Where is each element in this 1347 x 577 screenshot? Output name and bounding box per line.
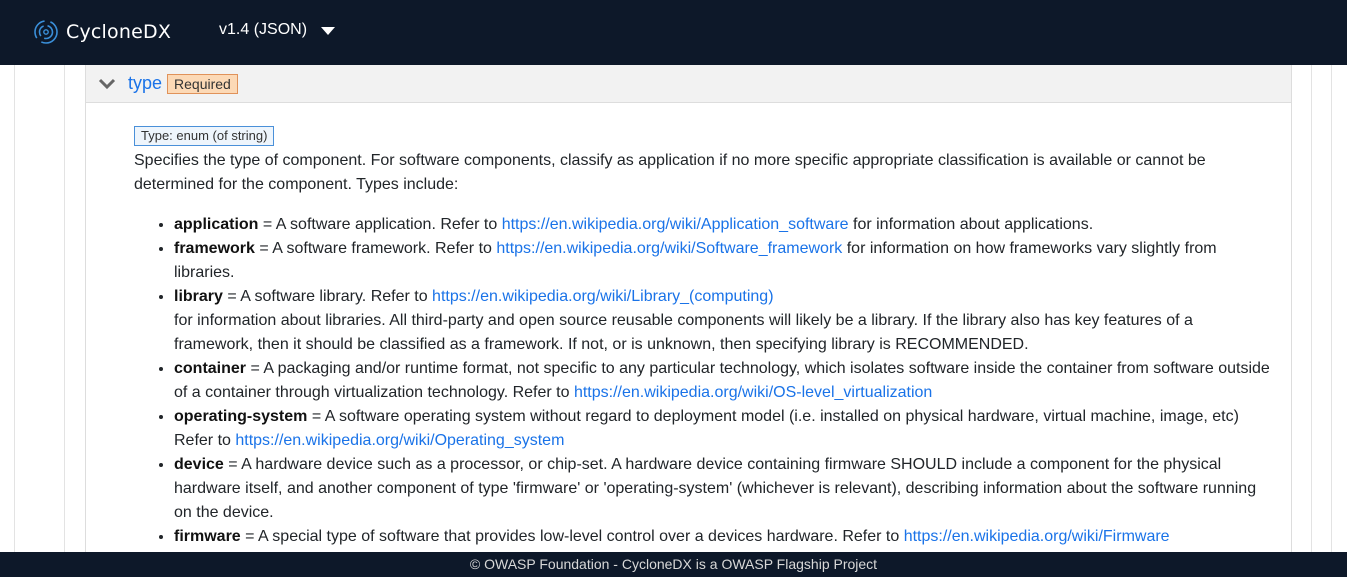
item-text: = A software framework. Refer to [254,240,497,257]
item-term: container [174,360,247,377]
item-text-after: for information about libraries. All thi… [174,312,1193,353]
list-item: library = A software library. Refer to h… [174,285,1271,357]
property-body: Type: enum (of string) Specifies the typ… [86,103,1291,549]
item-term: framework [174,240,255,257]
chevron-down-icon[interactable] [98,78,116,90]
property-name-link[interactable]: type [128,73,162,94]
item-text: = A software application. Refer to [258,216,502,233]
item-text: = A hardware device such as a processor,… [174,456,1257,521]
required-badge: Required [167,73,238,94]
property-header[interactable]: type Required [86,65,1291,103]
item-term: library [174,288,223,305]
item-link[interactable]: https://en.wikipedia.org/wiki/Applicatio… [502,216,849,233]
list-item: operating-system = A software operating … [174,405,1271,453]
list-item: application = A software application. Re… [174,213,1271,237]
item-link[interactable]: https://en.wikipedia.org/wiki/Software_f… [496,240,842,257]
brand-link[interactable]: CycloneDX [32,17,171,47]
item-link[interactable]: https://en.wikipedia.org/wiki/OS-level_v… [574,384,932,401]
item-term: device [174,456,224,473]
item-term: operating-system [174,408,308,425]
section-border-right [1311,65,1312,552]
item-term: firmware [174,528,241,545]
cyclonedx-logo-icon [34,20,58,44]
property-card: type Required Type: enum (of string) Spe… [85,65,1292,552]
section-border-left [64,65,65,552]
item-term: application [174,216,259,233]
property-description: Specifies the type of component. For sof… [134,152,1206,193]
list-item: device = A hardware device such as a pro… [174,453,1271,525]
type-badge: Type: enum (of string) [134,126,275,146]
footer-text: © OWASP Foundation - CycloneDX is a OWAS… [469,556,878,572]
version-label: v1.4 (JSON) [219,21,308,38]
list-item: framework = A software framework. Refer … [174,237,1271,285]
item-text: = A software library. Refer to [222,288,433,305]
page-footer: © OWASP Foundation - CycloneDX is a OWAS… [0,552,1347,577]
item-link[interactable]: https://en.wikipedia.org/wiki/Library_(c… [432,288,773,305]
item-link[interactable]: https://en.wikipedia.org/wiki/Firmware [904,528,1170,545]
version-dropdown[interactable]: v1.4 (JSON) [219,21,336,39]
page-border-left [14,65,15,552]
brand-name: CycloneDX [66,21,172,43]
item-text-after: for information about applications. [848,216,1094,233]
caret-down-icon [321,27,336,35]
list-item: container = A packaging and/or runtime f… [174,357,1271,405]
top-navbar: CycloneDX v1.4 (JSON) [0,0,1347,65]
item-text: = A special type of software that provid… [240,528,904,545]
item-link[interactable]: https://en.wikipedia.org/wiki/Operating_… [235,432,564,449]
page-border-right [1331,65,1332,552]
type-list: application = A software application. Re… [134,213,1271,549]
list-item: firmware = A special type of software th… [174,525,1271,549]
